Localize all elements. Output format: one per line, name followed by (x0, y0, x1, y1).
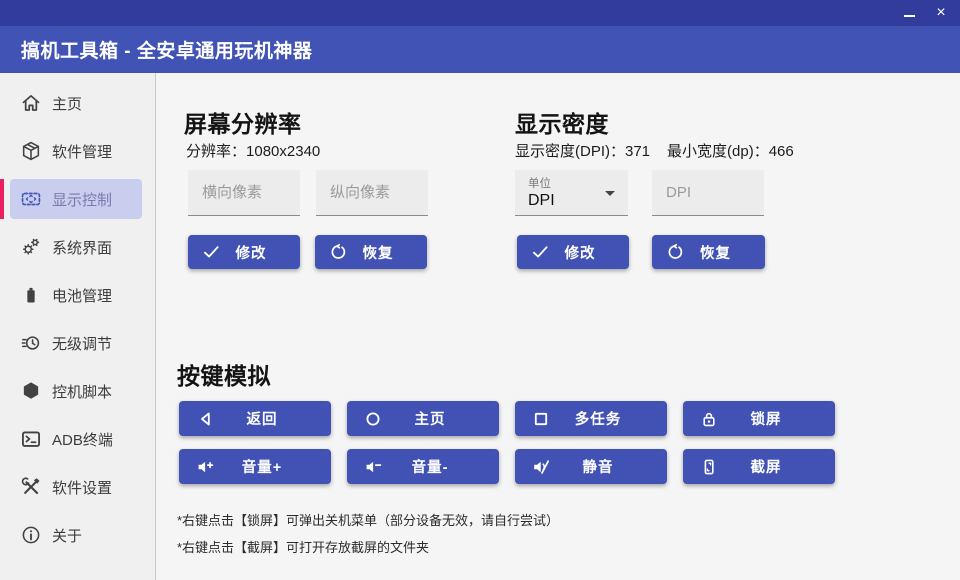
sidebar-item-label: 电池管理 (52, 285, 112, 306)
app-title: 搞机工具箱 - 全安卓通用玩机神器 (21, 36, 312, 63)
button-label: 锁屏 (737, 408, 782, 429)
button-label: 多任务 (561, 408, 622, 429)
resolution-info-label: 分辨率： (186, 143, 246, 160)
screenshot-button[interactable]: 截屏 (683, 449, 835, 484)
button-label: 音量- (398, 456, 449, 477)
resolution-modify-button[interactable]: 修改 (188, 235, 300, 269)
home-icon (19, 91, 43, 115)
resolution-info-value: 1080x2340 (246, 143, 320, 160)
check-icon (201, 242, 222, 263)
mute-icon (531, 457, 551, 477)
width-pixels-input[interactable] (188, 170, 300, 216)
volume-up-icon (195, 457, 215, 477)
sidebar-item-label: 控机脚本 (52, 381, 112, 402)
density-restore-button[interactable]: 恢复 (652, 235, 765, 269)
sidebar-item-label: 系统界面 (52, 237, 112, 258)
close-button[interactable]: × (926, 0, 956, 26)
chevron-down-icon (605, 191, 615, 196)
sidebar-item-label: 软件设置 (52, 477, 112, 498)
resolution-heading: 屏幕分辨率 (184, 105, 302, 139)
tools-icon (19, 475, 43, 499)
restore-icon (665, 242, 685, 262)
button-label: 恢复 (686, 242, 731, 263)
package-icon (19, 139, 43, 163)
home-key-button[interactable]: 主页 (347, 401, 499, 436)
mute-button[interactable]: 静音 (515, 449, 667, 484)
minimize-icon (904, 15, 915, 17)
terminal-icon (19, 427, 43, 451)
lock-screen-button[interactable]: 锁屏 (683, 401, 835, 436)
recents-key-button[interactable]: 多任务 (515, 401, 667, 436)
back-key-button[interactable]: 返回 (179, 401, 331, 436)
sidebar-item-label: ADB终端 (52, 429, 113, 450)
screenshot-icon (699, 457, 719, 477)
button-label: 恢复 (349, 242, 394, 263)
button-label: 修改 (551, 242, 596, 263)
keysim-heading: 按键模拟 (177, 357, 271, 391)
lock-screen-note: *右键点击【锁屏】可弹出关机菜单（部分设备无效，请自行尝试） (177, 510, 559, 529)
button-label: 截屏 (737, 456, 782, 477)
history-icon (19, 331, 43, 355)
sidebar-item-stepless[interactable]: 无级调节 (0, 319, 155, 367)
density-modify-button[interactable]: 修改 (517, 235, 629, 269)
sidebar-item-label: 关于 (52, 525, 82, 546)
gears-icon (19, 235, 43, 259)
sidebar-item-display[interactable]: 显示控制 (10, 179, 142, 219)
sidebar-item-home[interactable]: 主页 (0, 79, 155, 127)
resolution-info: 分辨率：1080x2340 (186, 140, 320, 161)
button-label: 主页 (401, 408, 446, 429)
sidebar-item-script[interactable]: 控机脚本 (0, 367, 155, 415)
volume-down-button[interactable]: 音量- (347, 449, 499, 484)
sidebar: 主页 软件管理 显示控制 系统界面 (0, 73, 156, 580)
sidebar-item-label: 主页 (52, 93, 82, 114)
recents-key-icon (531, 409, 551, 429)
button-label: 音量+ (228, 456, 282, 477)
sidebar-item-label: 软件管理 (52, 141, 112, 162)
sidebar-item-label: 无级调节 (52, 333, 112, 354)
restore-icon (328, 242, 348, 262)
density-heading: 显示密度 (515, 105, 609, 139)
density-info: 显示密度(DPI)：371 最小宽度(dp)：466 (515, 140, 794, 161)
window-chrome-bar: × (0, 0, 960, 26)
volume-up-button[interactable]: 音量+ (179, 449, 331, 484)
app-title-bar: 搞机工具箱 - 全安卓通用玩机神器 (0, 26, 960, 73)
unit-select[interactable]: 单位 DPI (515, 170, 628, 216)
sidebar-item-label: 显示控制 (52, 189, 112, 210)
sidebar-item-about[interactable]: 关于 (0, 511, 155, 559)
sidebar-item-software[interactable]: 软件管理 (0, 127, 155, 175)
battery-icon (19, 283, 43, 307)
info-icon (19, 523, 43, 547)
density-minwidth-value: 466 (769, 143, 794, 160)
volume-down-icon (363, 457, 383, 477)
button-label: 返回 (233, 408, 278, 429)
sidebar-item-system-ui[interactable]: 系统界面 (0, 223, 155, 271)
resolution-restore-button[interactable]: 恢复 (315, 235, 427, 269)
screenshot-note: *右键点击【截屏】可打开存放截屏的文件夹 (177, 537, 429, 556)
minimize-button[interactable] (894, 0, 924, 26)
display-icon (19, 187, 43, 211)
sidebar-item-adb-terminal[interactable]: ADB终端 (0, 415, 155, 463)
back-key-icon (195, 409, 215, 429)
button-label: 修改 (222, 242, 267, 263)
sidebar-item-settings[interactable]: 软件设置 (0, 463, 155, 511)
main-content: 屏幕分辨率 分辨率：1080x2340 修改 恢复 显示密度 显示密度(DPI)… (157, 73, 960, 580)
height-pixels-input[interactable] (316, 170, 428, 216)
hexagon-icon (19, 379, 43, 403)
check-icon (530, 242, 551, 263)
unit-select-label: 单位 (528, 175, 628, 191)
density-dpi-label: 显示密度(DPI)： (515, 143, 625, 160)
lock-icon (699, 409, 719, 429)
close-icon: × (936, 5, 945, 21)
button-label: 静音 (569, 456, 614, 477)
home-key-icon (363, 409, 383, 429)
density-dpi-value: 371 (625, 143, 650, 160)
density-minwidth-label: 最小宽度(dp)： (667, 143, 769, 160)
sidebar-item-battery[interactable]: 电池管理 (0, 271, 155, 319)
dpi-input[interactable] (652, 170, 764, 216)
